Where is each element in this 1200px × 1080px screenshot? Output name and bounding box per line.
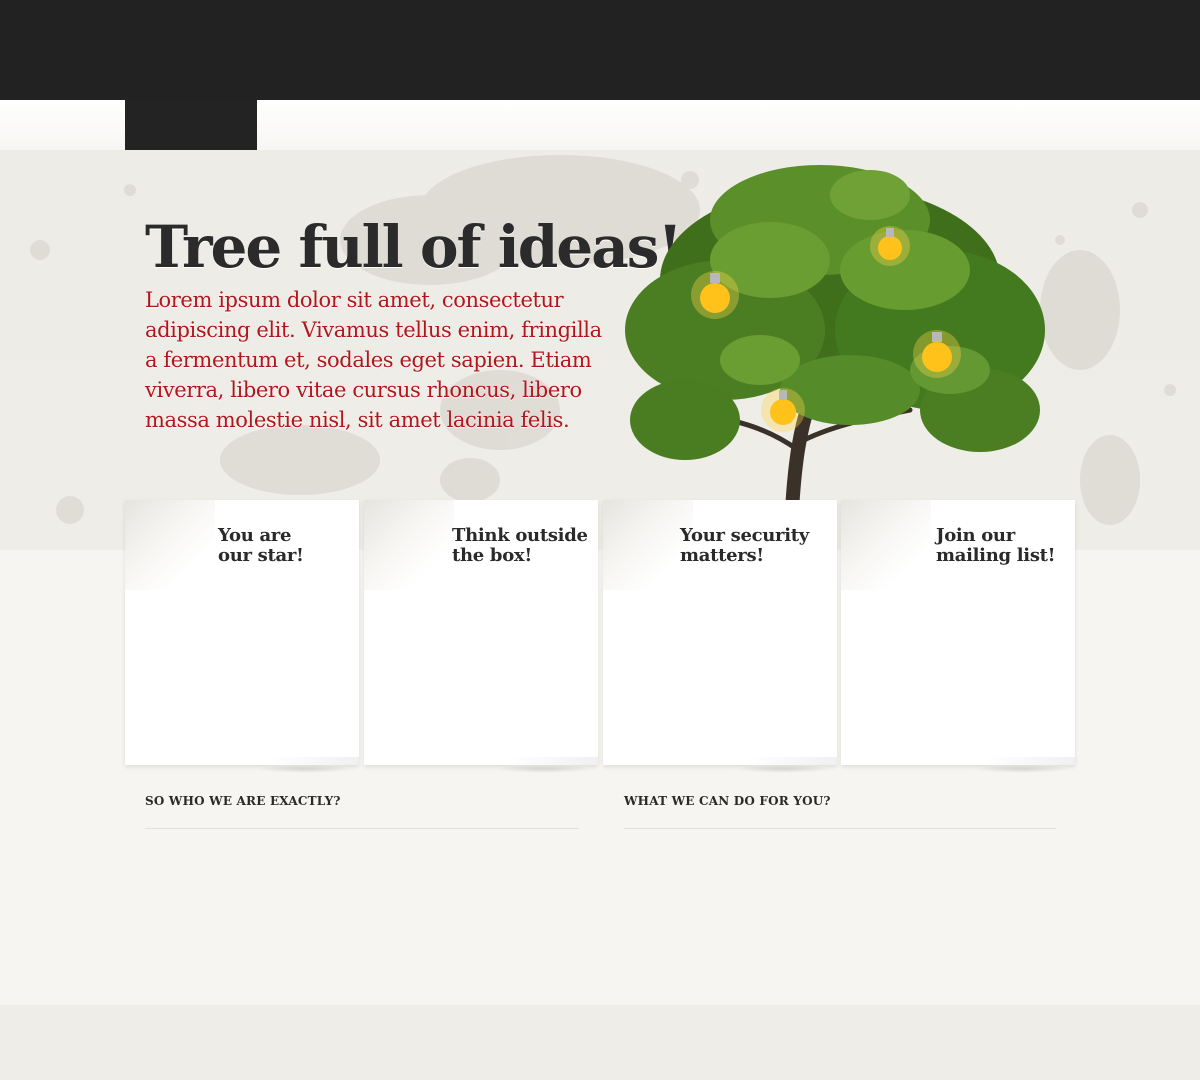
footer xyxy=(0,1005,1200,1080)
card-title-line: Your security xyxy=(680,525,809,546)
card-title-line: Join our xyxy=(936,525,1015,546)
card-title: Join our mailing list! xyxy=(936,526,1066,566)
hero-description: Lorem ipsum dolor sit amet, consectetur … xyxy=(145,288,602,432)
card-title-line: Think outside xyxy=(452,525,588,546)
feature-card-star[interactable]: You are our star! xyxy=(125,500,359,765)
card-shadow xyxy=(494,765,594,773)
card-shadow xyxy=(733,765,833,773)
hero-banner: Tree full of ideas! Lorem ipsum dolor si… xyxy=(0,150,1200,550)
feature-card-mailing-list[interactable]: Join our mailing list! xyxy=(841,500,1075,765)
tree-with-lightbulbs-icon xyxy=(625,165,1045,510)
card-shadow xyxy=(255,765,355,773)
card-shadow xyxy=(972,765,1072,773)
feature-card-think-outside[interactable]: Think outside the box! xyxy=(364,500,598,765)
card-title-line: matters! xyxy=(680,545,764,566)
card-title: Think outside the box! xyxy=(452,526,592,566)
card-title-line: the box! xyxy=(452,545,532,566)
card-title-line: You are xyxy=(218,525,292,546)
section-heading-who-we-are: SO WHO WE ARE EXACTLY? xyxy=(145,794,341,808)
card-title-line: mailing list! xyxy=(936,545,1056,566)
top-bar xyxy=(0,0,1200,100)
divider xyxy=(145,828,579,829)
card-title-line: our star! xyxy=(218,545,304,566)
feature-cards: You are our star! Think outside the box!… xyxy=(125,500,1075,765)
card-title: You are our star! xyxy=(218,526,348,566)
section-heading-what-we-do: WHAT WE CAN DO FOR YOU? xyxy=(624,794,831,808)
divider xyxy=(624,828,1056,829)
hero-title: Tree full of ideas! xyxy=(145,213,683,281)
card-title: Your security matters! xyxy=(680,526,830,566)
feature-card-security[interactable]: Your security matters! xyxy=(603,500,837,765)
